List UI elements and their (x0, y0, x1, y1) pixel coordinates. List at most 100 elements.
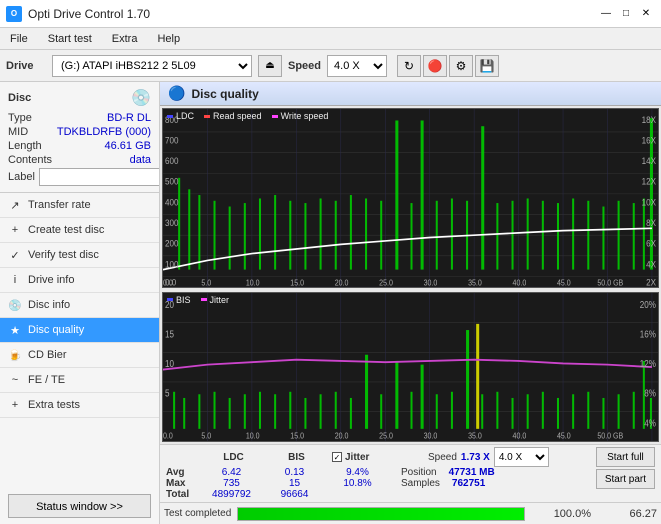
legend-ldc: LDC (167, 111, 194, 121)
samples-value: 762751 (452, 478, 485, 489)
jitter-checkbox[interactable]: ✓ (332, 452, 342, 462)
disc-type-label: Type (8, 112, 32, 124)
disc-label-input[interactable] (39, 168, 160, 186)
stats-max-row: Max 735 15 10.8% Samples 762751 (166, 478, 588, 489)
svg-text:8X: 8X (646, 218, 656, 229)
svg-text:4X: 4X (646, 259, 656, 270)
total-bis: 96664 (267, 489, 322, 500)
transfer-rate-icon: ↗ (8, 198, 22, 212)
nav-item-extra-tests[interactable]: +Extra tests (0, 393, 159, 418)
refresh-button[interactable]: ↻ (397, 55, 421, 77)
burn-button[interactable]: 🔴 (423, 55, 447, 77)
sidebar: Disc 💿 Type BD-R DL MID TDKBLDRFB (000) … (0, 82, 160, 524)
svg-text:12X: 12X (642, 176, 657, 187)
charts-area: LDC Read speed Write speed (160, 106, 661, 444)
save-button[interactable]: 💾 (475, 55, 499, 77)
disc-contents-field: Contents data (8, 154, 151, 166)
position-value: 47731 MB (449, 467, 495, 478)
stats-header-jitter: Jitter (345, 452, 369, 463)
svg-text:25.0: 25.0 (379, 431, 393, 441)
nav-item-transfer-rate[interactable]: ↗Transfer rate (0, 193, 159, 218)
disc-mid-label: MID (8, 126, 28, 138)
stats-area: LDC BIS ✓ Jitter Speed 1.73 X 4.0 X (160, 444, 661, 502)
legend-jitter: Jitter (201, 295, 230, 305)
bottom-chart-svg: 20 15 10 5 20% 16% 12% 8% 4% (163, 293, 658, 441)
close-button[interactable]: ✕ (637, 5, 655, 23)
menubar-item-help[interactable]: Help (153, 31, 184, 47)
svg-text:25.0: 25.0 (379, 278, 393, 287)
svg-text:200: 200 (165, 238, 179, 249)
window-controls: — □ ✕ (597, 5, 655, 23)
position-label: Position (401, 467, 437, 478)
nav-item-verify-test[interactable]: ✓Verify test disc (0, 243, 159, 268)
start-full-button[interactable]: Start full (596, 447, 655, 467)
nav-item-disc-info[interactable]: 💿Disc info (0, 293, 159, 318)
disc-length-label: Length (8, 140, 42, 152)
stats-avg-row: Avg 6.42 0.13 9.4% Position 47731 MB (166, 467, 588, 478)
disc-panel: Disc 💿 Type BD-R DL MID TDKBLDRFB (000) … (0, 82, 159, 193)
titlebar-left: O Opti Drive Control 1.70 (6, 6, 150, 22)
svg-text:18X: 18X (642, 114, 657, 125)
create-test-icon: + (8, 223, 22, 237)
svg-text:30.0: 30.0 (424, 278, 438, 287)
disc-panel-title: Disc (8, 92, 31, 104)
svg-text:35.0: 35.0 (468, 431, 482, 441)
drive-select[interactable]: (G:) ATAPI iHBS212 2 5L09 (52, 55, 252, 77)
svg-text:0.0: 0.0 (163, 431, 173, 441)
disc-mid-value: TDKBLDRFB (000) (57, 126, 151, 138)
svg-text:10.0: 10.0 (246, 278, 260, 287)
disc-quality-icon: ★ (8, 323, 22, 337)
cd-bier-icon: 🍺 (8, 348, 22, 362)
svg-text:50.0 GB: 50.0 GB (597, 278, 623, 287)
avg-bis: 0.13 (267, 467, 322, 478)
avg-jitter: 9.4% (330, 467, 385, 478)
svg-text:14X: 14X (642, 156, 657, 167)
maximize-button[interactable]: □ (617, 5, 635, 23)
svg-text:20%: 20% (640, 299, 656, 310)
top-chart-svg: 800 700 600 500 400 300 200 100 0.0 18X … (163, 109, 658, 287)
disc-type-value: BD-R DL (107, 112, 151, 124)
drive-info-icon: i (8, 273, 22, 287)
avg-label: Avg (166, 467, 196, 478)
progress-bar-area: Test completed 100.0% 66.27 (160, 502, 661, 524)
minimize-button[interactable]: — (597, 5, 615, 23)
svg-text:400: 400 (165, 197, 179, 208)
disc-quality-header: 🔵 Disc quality (160, 82, 661, 106)
disc-contents-label: Contents (8, 154, 52, 166)
progress-track (237, 507, 525, 521)
svg-text:30.0: 30.0 (424, 431, 438, 441)
start-part-button[interactable]: Start part (596, 469, 655, 489)
menubar-item-file[interactable]: File (6, 31, 32, 47)
disc-mid-field: MID TDKBLDRFB (000) (8, 126, 151, 138)
svg-text:8%: 8% (644, 388, 656, 399)
stats-header-ldc: LDC (206, 452, 261, 463)
main-area: Disc 💿 Type BD-R DL MID TDKBLDRFB (000) … (0, 82, 661, 524)
stats-speed-select[interactable]: 4.0 X (494, 447, 549, 467)
nav-item-disc-quality[interactable]: ★Disc quality (0, 318, 159, 343)
action-buttons: Start full Start part (596, 447, 655, 489)
eject-button[interactable]: ⏏ (258, 55, 282, 77)
nav-items: ↗Transfer rate+Create test disc✓Verify t… (0, 193, 159, 488)
svg-text:500: 500 (165, 176, 179, 187)
settings-button[interactable]: ⚙ (449, 55, 473, 77)
nav-item-fe-te[interactable]: ~FE / TE (0, 368, 159, 393)
svg-text:300: 300 (165, 218, 179, 229)
legend-bis: BIS (167, 295, 191, 305)
nav-item-cd-bier[interactable]: 🍺CD Bier (0, 343, 159, 368)
svg-text:2X: 2X (646, 277, 656, 287)
nav-item-create-test[interactable]: +Create test disc (0, 218, 159, 243)
svg-text:16X: 16X (642, 135, 657, 146)
speed-value: 1.73 X (461, 452, 490, 463)
app-icon: O (6, 6, 22, 22)
nav-item-drive-info[interactable]: iDrive info (0, 268, 159, 293)
legend-write-speed: Write speed (272, 111, 329, 121)
svg-text:0.0: 0.0 (163, 278, 173, 287)
speed-select[interactable]: 4.0 X (327, 55, 387, 77)
status-text: Test completed (164, 508, 231, 519)
menubar-item-extra[interactable]: Extra (108, 31, 142, 47)
status-window-button[interactable]: Status window >> (8, 494, 151, 518)
progress-fill (238, 508, 524, 520)
stats-header-bis: BIS (269, 452, 324, 463)
menubar-item-start-test[interactable]: Start test (44, 31, 96, 47)
svg-text:20.0: 20.0 (335, 431, 349, 441)
